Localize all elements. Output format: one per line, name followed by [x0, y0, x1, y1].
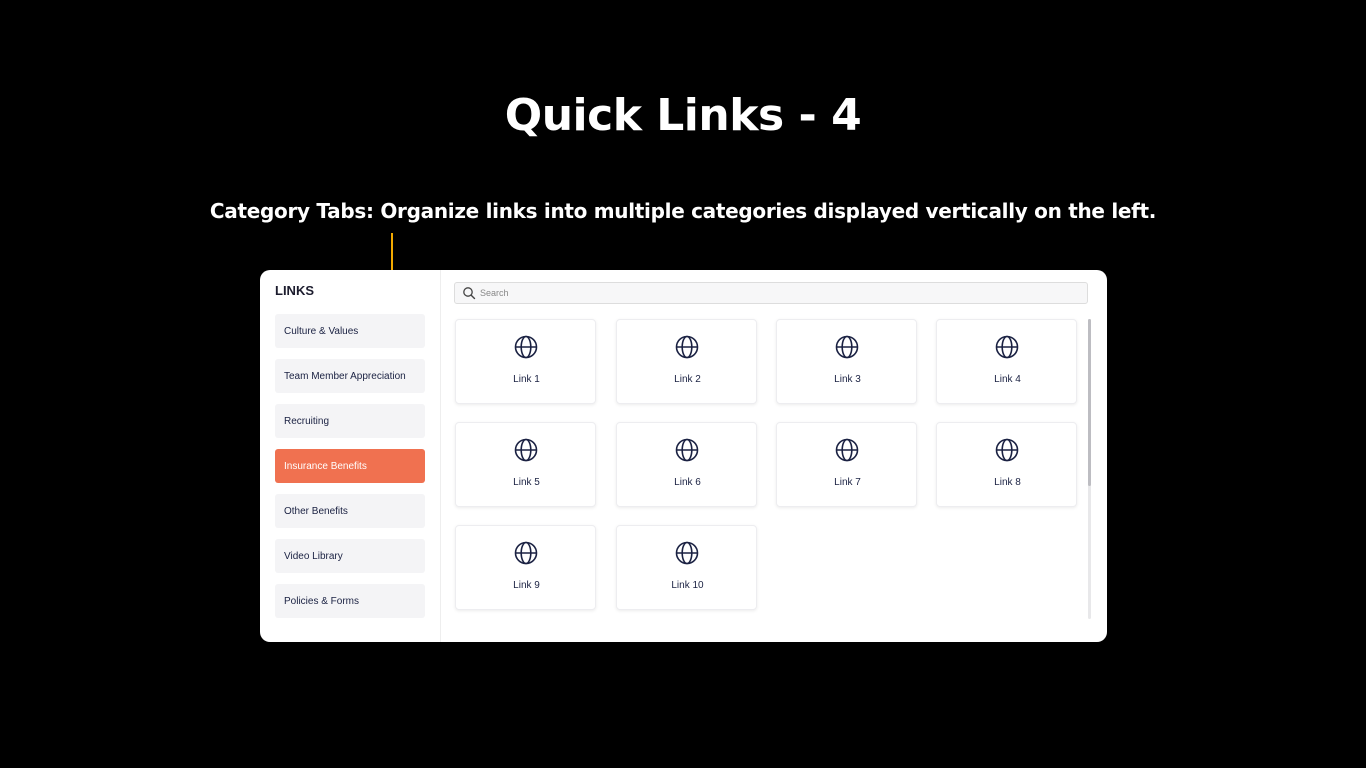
search-bar[interactable] [454, 282, 1088, 304]
link-card-6[interactable]: Link 6 [616, 422, 757, 507]
tab-policies-forms[interactable]: Policies & Forms [275, 584, 425, 618]
tab-label: Video Library [284, 550, 343, 562]
link-card-8[interactable]: Link 8 [936, 422, 1077, 507]
link-card-9[interactable]: Link 9 [455, 525, 596, 610]
tab-other-benefits[interactable]: Other Benefits [275, 494, 425, 528]
quick-links-panel: LINKS Culture & Values Team Member Appre… [260, 270, 1107, 642]
tab-label: Team Member Appreciation [284, 370, 406, 382]
link-card-10[interactable]: Link 10 [616, 525, 757, 610]
tab-culture-values[interactable]: Culture & Values [275, 314, 425, 348]
link-label: Link 10 [671, 580, 704, 591]
tab-team-member-appreciation[interactable]: Team Member Appreciation [275, 359, 425, 393]
globe-icon [835, 335, 859, 359]
globe-icon [514, 335, 538, 359]
slide-title: Quick Links - 4 [504, 90, 862, 141]
globe-icon [675, 335, 699, 359]
link-label: Link 1 [513, 374, 540, 385]
search-icon [462, 286, 476, 300]
globe-icon [675, 541, 699, 565]
link-card-4[interactable]: Link 4 [936, 319, 1077, 404]
tab-label: Other Benefits [284, 505, 348, 517]
tab-label: Culture & Values [284, 325, 359, 337]
link-card-1[interactable]: Link 1 [455, 319, 596, 404]
link-label: Link 4 [994, 374, 1021, 385]
globe-icon [514, 438, 538, 462]
link-card-3[interactable]: Link 3 [776, 319, 917, 404]
link-card-7[interactable]: Link 7 [776, 422, 917, 507]
scrollbar-track[interactable] [1088, 319, 1091, 619]
globe-icon [675, 438, 699, 462]
tab-label: Insurance Benefits [284, 460, 367, 472]
link-label: Link 9 [513, 580, 540, 591]
category-sidebar: LINKS Culture & Values Team Member Appre… [260, 270, 441, 642]
link-label: Link 3 [834, 374, 861, 385]
tab-insurance-benefits[interactable]: Insurance Benefits [275, 449, 425, 483]
tab-label: Recruiting [284, 415, 330, 427]
slide-subtitle: Category Tabs: Organize links into multi… [209, 199, 1157, 223]
link-label: Link 7 [834, 477, 861, 488]
link-label: Link 2 [674, 374, 701, 385]
links-grid: Link 1 Link 2 Link 3 Link 4 Link 5 Link … [455, 319, 1085, 619]
link-label: Link 6 [674, 477, 701, 488]
link-label: Link 8 [994, 477, 1021, 488]
sidebar-heading: LINKS [275, 283, 314, 298]
globe-icon [995, 438, 1019, 462]
globe-icon [835, 438, 859, 462]
globe-icon [514, 541, 538, 565]
tab-recruiting[interactable]: Recruiting [275, 404, 425, 438]
scrollbar-thumb[interactable] [1088, 319, 1091, 486]
link-card-5[interactable]: Link 5 [455, 422, 596, 507]
link-label: Link 5 [513, 477, 540, 488]
tab-video-library[interactable]: Video Library [275, 539, 425, 573]
link-card-2[interactable]: Link 2 [616, 319, 757, 404]
slide: Quick Links - 4 Category Tabs: Organize … [0, 0, 1366, 768]
tab-label: Policies & Forms [284, 595, 360, 607]
search-input[interactable] [480, 288, 1070, 298]
globe-icon [995, 335, 1019, 359]
category-tabs: Culture & Values Team Member Appreciatio… [275, 314, 425, 629]
